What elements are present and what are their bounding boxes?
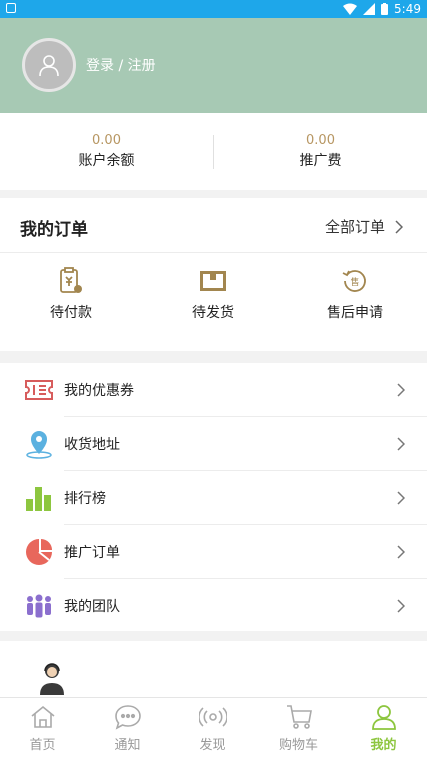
cart-icon bbox=[286, 705, 312, 729]
tab-discover-label: 发现 bbox=[199, 738, 226, 753]
svg-text:售: 售 bbox=[350, 276, 359, 288]
menu-item-address-label: 收货地址 bbox=[64, 436, 120, 453]
chevron-right-icon bbox=[397, 598, 405, 613]
menu-item-address[interactable]: 收货地址 bbox=[0, 417, 427, 470]
customer-service-card[interactable] bbox=[0, 641, 427, 697]
team-icon bbox=[27, 594, 51, 617]
chevron-right-icon bbox=[397, 382, 405, 397]
after-sales-icon: 售 bbox=[342, 270, 366, 292]
tab-notifications[interactable]: 通知 bbox=[85, 702, 170, 753]
menu-item-team-label: 我的团队 bbox=[64, 598, 120, 615]
tab-me[interactable]: 我的 bbox=[341, 702, 426, 753]
user-silhouette-icon bbox=[39, 55, 59, 77]
all-orders-link[interactable]: 全部订单 bbox=[325, 216, 403, 237]
order-pending-shipment-label: 待发货 bbox=[192, 305, 234, 321]
coupon-icon bbox=[25, 379, 53, 400]
clipboard-yen-icon bbox=[60, 267, 82, 293]
order-pending-payment-label: 待付款 bbox=[50, 305, 92, 321]
orders-card: 我的订单 全部订单 待付款 待发货 售 售后申请 bbox=[0, 198, 427, 351]
chat-bubble-icon bbox=[114, 705, 141, 730]
account-balance-label: 账户余额 bbox=[78, 153, 135, 169]
user-icon bbox=[371, 705, 396, 730]
broadcast-icon bbox=[198, 707, 227, 727]
notification-icon bbox=[6, 3, 16, 13]
tab-discover[interactable]: 发现 bbox=[170, 702, 255, 753]
location-pin-icon bbox=[26, 430, 52, 459]
order-pending-shipment[interactable]: 待发货 bbox=[153, 266, 273, 322]
avatar[interactable] bbox=[22, 38, 76, 92]
promotion-fee[interactable]: 0.00 推广费 bbox=[214, 133, 427, 170]
signal-icon bbox=[363, 3, 376, 15]
menu-item-coupons[interactable]: 我的优惠券 bbox=[0, 363, 427, 416]
orders-title: 我的订单 bbox=[20, 220, 88, 240]
bottom-tab-bar: 首页 通知 发现 购物车 我的 bbox=[0, 697, 427, 760]
menu-item-ranking-label: 排行榜 bbox=[64, 490, 106, 507]
order-after-sales-label: 售后申请 bbox=[327, 305, 383, 321]
all-orders-label: 全部订单 bbox=[324, 218, 385, 236]
wifi-icon bbox=[343, 3, 358, 15]
login-register-link[interactable]: 登录 / 注册 bbox=[86, 55, 156, 75]
package-box-icon bbox=[200, 271, 226, 291]
status-time: 5:49 bbox=[394, 2, 421, 16]
home-icon bbox=[30, 705, 55, 728]
tab-home[interactable]: 首页 bbox=[0, 702, 85, 753]
menu-item-promotion-orders-label: 推广订单 bbox=[64, 544, 120, 561]
status-bar: 5:49 bbox=[0, 0, 427, 18]
chevron-right-icon bbox=[397, 490, 405, 505]
account-balance[interactable]: 0.00 账户余额 bbox=[0, 133, 213, 170]
bar-chart-icon bbox=[26, 486, 51, 511]
promotion-fee-value: 0.00 bbox=[306, 133, 335, 148]
tab-cart-label: 购物车 bbox=[278, 738, 318, 753]
customer-service-icon bbox=[40, 663, 64, 695]
menu-item-team[interactable]: 我的团队 bbox=[0, 579, 427, 632]
chevron-right-icon bbox=[395, 219, 403, 234]
promotion-fee-label: 推广费 bbox=[299, 153, 342, 169]
balance-card: 0.00 账户余额 0.00 推广费 bbox=[0, 113, 427, 190]
battery-icon bbox=[381, 3, 389, 15]
chevron-right-icon bbox=[397, 436, 405, 451]
pie-chart-icon bbox=[26, 538, 52, 565]
tab-notifications-label: 通知 bbox=[114, 738, 141, 753]
menu-item-coupons-label: 我的优惠券 bbox=[64, 382, 134, 399]
menu-item-ranking[interactable]: 排行榜 bbox=[0, 471, 427, 524]
order-pending-payment[interactable]: 待付款 bbox=[11, 266, 131, 322]
order-after-sales[interactable]: 售 售后申请 bbox=[295, 266, 415, 322]
profile-header: 登录 / 注册 bbox=[0, 18, 427, 113]
menu-item-promotion-orders[interactable]: 推广订单 bbox=[0, 525, 427, 578]
account-balance-value: 0.00 bbox=[92, 133, 121, 148]
chevron-right-icon bbox=[397, 544, 405, 559]
menu-list: 我的优惠券 收货地址 排行榜 推广订单 我的团队 bbox=[0, 363, 427, 631]
tab-me-label: 我的 bbox=[370, 738, 397, 753]
tab-cart[interactable]: 购物车 bbox=[256, 702, 341, 753]
tab-home-label: 首页 bbox=[29, 738, 56, 753]
divider bbox=[0, 252, 427, 253]
